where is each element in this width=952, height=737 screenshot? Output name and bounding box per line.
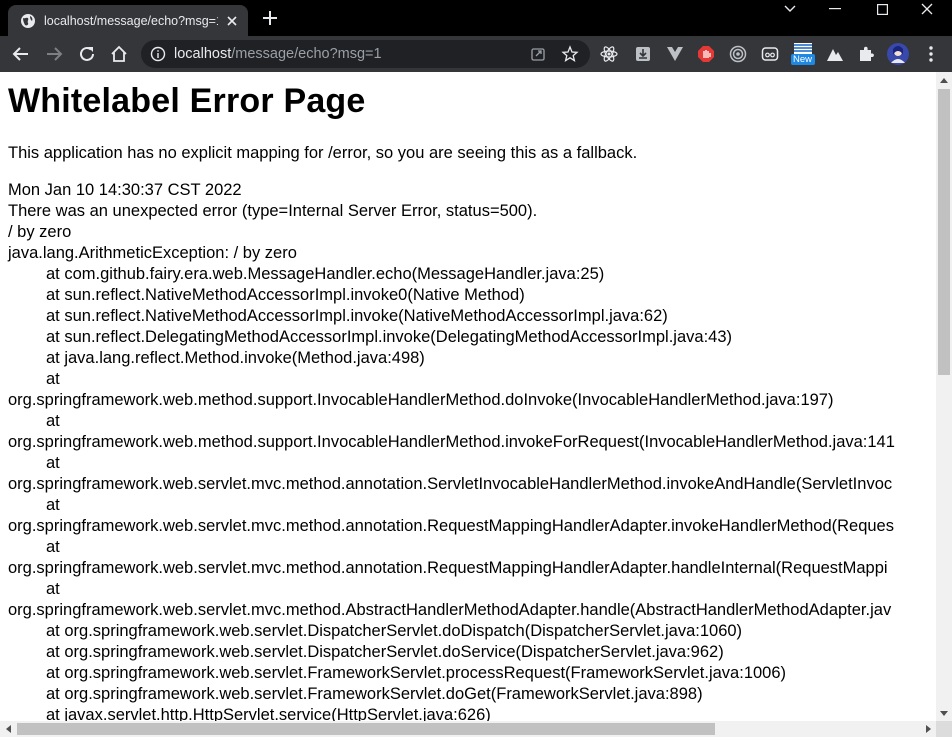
reload-button[interactable] xyxy=(75,42,99,66)
intro-text: This application has no explicit mapping… xyxy=(8,144,638,162)
horizontal-scrollbar[interactable] xyxy=(0,721,936,737)
trace-line: at xyxy=(46,580,60,598)
download-icon[interactable] xyxy=(634,45,652,63)
url-host: localhost xyxy=(174,46,232,62)
minimize-icon[interactable] xyxy=(815,0,855,18)
globe-icon xyxy=(21,13,35,28)
vertical-scroll-thumb[interactable] xyxy=(938,89,950,375)
react-devtools-icon[interactable] xyxy=(600,45,618,63)
trace-line: at org.springframework.web.servlet.Frame… xyxy=(46,664,787,682)
forward-button[interactable] xyxy=(42,42,66,66)
robot-icon[interactable] xyxy=(761,45,779,63)
trace-line: org.springframework.web.servlet.mvc.meth… xyxy=(8,475,893,493)
trace-line: at sun.reflect.DelegatingMethodAccessorI… xyxy=(46,328,733,346)
horizontal-scroll-thumb[interactable] xyxy=(17,723,715,735)
vue-devtools-icon[interactable] xyxy=(666,45,684,63)
trace-line: org.springframework.web.servlet.mvc.meth… xyxy=(8,559,888,577)
tab-title: localhost/message/echo?msg=1 xyxy=(44,13,218,28)
share-icon[interactable] xyxy=(530,46,546,62)
home-button[interactable] xyxy=(107,42,131,66)
trace-line: at xyxy=(46,538,60,556)
adblock-icon[interactable] xyxy=(697,45,715,63)
star-icon[interactable] xyxy=(561,45,579,63)
trace-line: org.springframework.web.servlet.mvc.meth… xyxy=(8,601,892,619)
close-icon[interactable] xyxy=(224,13,240,29)
avatar[interactable] xyxy=(887,43,909,65)
trace-line: at com.github.fairy.era.web.MessageHandl… xyxy=(46,265,605,283)
info-icon[interactable] xyxy=(150,46,166,62)
arrow-right-icon xyxy=(47,47,63,61)
new-tab-icon[interactable] xyxy=(260,8,280,28)
back-button[interactable] xyxy=(9,42,33,66)
scroll-left-icon[interactable] xyxy=(0,721,16,737)
tab-search-icon[interactable] xyxy=(770,0,810,18)
browser-toolbar: localhost/message/echo?msg=1 New xyxy=(0,36,952,72)
scrollbar-corner xyxy=(936,721,952,737)
more-icon[interactable] xyxy=(922,45,940,63)
trace-line: at javax.servlet.http.HttpServlet.servic… xyxy=(46,706,491,721)
url-text[interactable]: localhost/message/echo?msg=1 xyxy=(174,46,382,62)
url-path: /message/echo?msg=1 xyxy=(231,46,382,62)
page-viewport: Whitelabel Error Page This application h… xyxy=(0,72,936,721)
error-message: / by zero xyxy=(8,223,72,241)
browser-tab[interactable]: localhost/message/echo?msg=1 xyxy=(8,5,248,36)
trace-line: at xyxy=(46,454,60,472)
scroll-right-icon[interactable] xyxy=(920,721,936,737)
trace-line: at org.springframework.web.servlet.Dispa… xyxy=(46,622,743,640)
timestamp: Mon Jan 10 14:30:37 CST 2022 xyxy=(8,181,242,199)
trace-line: at xyxy=(46,496,60,514)
target-icon[interactable] xyxy=(729,45,747,63)
trace-line: org.springframework.web.servlet.mvc.meth… xyxy=(8,517,894,535)
reload-icon xyxy=(80,46,94,61)
tab-strip: localhost/message/echo?msg=1 xyxy=(0,0,952,36)
address-bar[interactable]: localhost/message/echo?msg=1 xyxy=(141,40,590,68)
puzzle-icon[interactable] xyxy=(857,45,875,63)
vertical-scrollbar[interactable] xyxy=(936,72,952,721)
close-window-icon[interactable] xyxy=(907,0,947,18)
maximize-icon[interactable] xyxy=(862,0,902,18)
trace-line: org.springframework.web.method.support.I… xyxy=(8,433,895,451)
error-summary: There was an unexpected error (type=Inte… xyxy=(8,202,538,220)
home-icon xyxy=(111,45,127,62)
scroll-down-icon[interactable] xyxy=(936,705,952,721)
trace-line: at xyxy=(46,412,60,430)
trace-line: at java.lang.reflect.Method.invoke(Metho… xyxy=(46,349,425,367)
trace-line: java.lang.ArithmeticException: / by zero xyxy=(8,244,297,262)
arrow-left-icon xyxy=(12,47,28,61)
trace-line: at xyxy=(46,370,60,388)
trace-line: at sun.reflect.NativeMethodAccessorImpl.… xyxy=(46,307,668,325)
trace-line: org.springframework.web.method.support.I… xyxy=(8,391,834,409)
trace-line: at org.springframework.web.servlet.Frame… xyxy=(46,685,703,703)
new-badge-icon[interactable]: New xyxy=(791,42,815,66)
mountain-icon[interactable] xyxy=(826,45,844,63)
trace-line: at org.springframework.web.servlet.Dispa… xyxy=(46,643,724,661)
new-badge-label: New xyxy=(793,54,813,65)
scroll-up-icon[interactable] xyxy=(936,72,952,88)
trace-line: at sun.reflect.NativeMethodAccessorImpl.… xyxy=(46,286,525,304)
page-title: Whitelabel Error Page xyxy=(8,82,366,120)
